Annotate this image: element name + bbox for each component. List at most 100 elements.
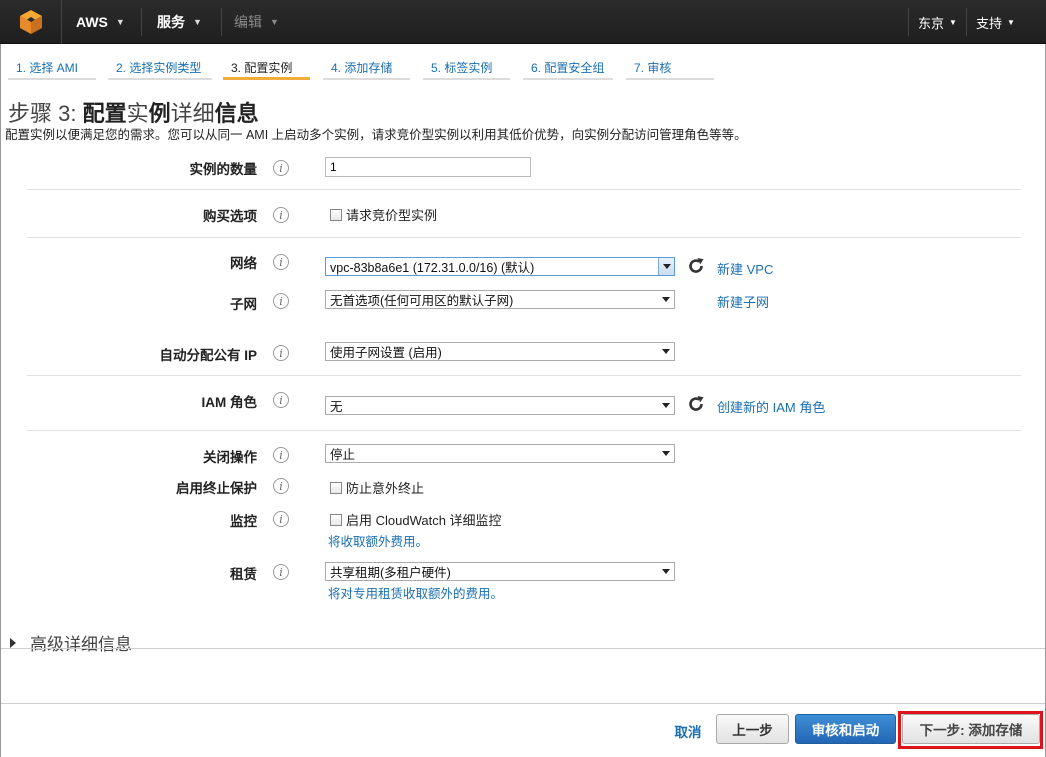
highlight-box: [898, 711, 1043, 749]
subnet-label: 子网: [230, 297, 257, 312]
page-description: 配置实例以便满足您的需求。您可以从同一 AMI 上启动多个实例，请求竞价型实例以…: [5, 128, 747, 142]
subnet-select[interactable]: 无首选项(任何可用区的默认子网): [325, 290, 675, 309]
network-label: 网络: [230, 256, 257, 271]
section-divider: [27, 189, 1021, 190]
section-divider: [27, 375, 1021, 376]
title-part: 例: [148, 101, 171, 126]
detailed-monitoring-checkbox[interactable]: [330, 513, 342, 526]
network-select[interactable]: vpc-83b8a6e1 (172.31.0.0/16) (默认): [325, 257, 675, 276]
edit-menu[interactable]: 编辑 ▼: [234, 0, 279, 44]
info-icon[interactable]: i: [273, 511, 289, 527]
iam-role-label: IAM 角色: [201, 395, 258, 410]
tenancy-select-value: 共享租期(多租户硬件): [330, 566, 451, 580]
advanced-details-label: 高级详细信息: [30, 635, 132, 654]
iam-role-select-value: 无: [330, 400, 343, 414]
subnet-select-value: 无首选项(任何可用区的默认子网): [330, 294, 514, 308]
purchase-option-label: 购买选项: [203, 209, 257, 224]
monitoring-charge-note: 将收取额外费用。: [328, 535, 429, 549]
info-icon[interactable]: i: [273, 478, 289, 494]
advanced-details-toggle[interactable]: 高级详细信息: [10, 630, 132, 655]
info-icon[interactable]: i: [273, 293, 289, 309]
refresh-icon[interactable]: [686, 394, 706, 414]
title-part: 实: [126, 101, 149, 126]
instance-count-input[interactable]: [325, 157, 531, 177]
monitoring-label: 监控: [230, 514, 257, 529]
step-configure-security-group[interactable]: 6. 配置安全组: [523, 56, 613, 80]
title-part: 信息: [214, 101, 259, 126]
edit-menu-label: 编辑: [234, 14, 262, 30]
title-prefix: 步骤 3:: [8, 101, 83, 126]
termination-protection-checkbox[interactable]: [330, 481, 342, 494]
info-icon[interactable]: i: [273, 564, 289, 580]
termination-protection-option[interactable]: 防止意外终止: [330, 478, 424, 497]
step-add-storage[interactable]: 4. 添加存储: [323, 56, 410, 80]
chevron-down-icon: ▼: [115, 17, 125, 27]
iam-role-select[interactable]: 无: [325, 396, 675, 415]
public-ip-label: 自动分配公有 IP: [159, 348, 257, 363]
section-divider: [27, 430, 1021, 431]
chevron-down-icon: ▼: [270, 17, 279, 27]
title-part: 配置: [82, 101, 127, 126]
step-choose-ami[interactable]: 1. 选择 AMI: [8, 56, 96, 80]
info-icon[interactable]: i: [273, 447, 289, 463]
nav-divider: [221, 8, 222, 36]
public-ip-select[interactable]: 使用子网设置 (启用): [325, 342, 675, 361]
support-menu[interactable]: 支持 ▼: [976, 9, 1015, 35]
termination-protection-checkbox-label: 防止意外终止: [346, 481, 425, 496]
nav-divider: [966, 8, 967, 36]
dropdown-arrow-icon: [662, 349, 670, 354]
aws-cube-icon: [19, 10, 42, 34]
aws-logo[interactable]: [0, 0, 62, 44]
network-select-value: vpc-83b8a6e1 (172.31.0.0/16) (默认): [330, 261, 535, 275]
dropdown-arrow-icon: [658, 258, 674, 275]
step-configure-instance[interactable]: 3. 配置实例: [223, 56, 310, 80]
spot-instance-checkbox[interactable]: [330, 208, 342, 221]
shutdown-behavior-label: 关闭操作: [203, 450, 257, 465]
info-icon[interactable]: i: [273, 392, 289, 408]
region-menu[interactable]: 东京 ▼: [918, 9, 957, 35]
detailed-monitoring-option[interactable]: 启用 CloudWatch 详细监控: [330, 510, 502, 529]
spot-instance-checkbox-label: 请求竞价型实例: [346, 208, 438, 223]
content-divider: [1, 648, 1045, 649]
detailed-monitoring-checkbox-label: 启用 CloudWatch 详细监控: [346, 513, 502, 528]
create-subnet-link[interactable]: 新建子网: [717, 292, 769, 311]
dropdown-arrow-icon: [662, 451, 670, 456]
previous-button[interactable]: 上一步: [716, 714, 789, 744]
chevron-down-icon: ▼: [193, 17, 202, 27]
services-menu-label: 服务: [157, 14, 185, 30]
step-tag-instance[interactable]: 5. 标签实例: [423, 56, 510, 80]
nav-divider: [141, 8, 142, 36]
instance-count-label: 实例的数量: [189, 162, 258, 177]
info-icon[interactable]: i: [273, 345, 289, 361]
tenancy-select[interactable]: 共享租期(多租户硬件): [325, 562, 675, 581]
termination-protection-label: 启用终止保护: [176, 481, 257, 496]
aws-menu-label: AWS: [76, 14, 108, 30]
info-icon[interactable]: i: [273, 254, 289, 270]
public-ip-select-value: 使用子网设置 (启用): [330, 346, 442, 360]
dropdown-arrow-icon: [662, 403, 670, 408]
shutdown-behavior-select-value: 停止: [330, 448, 356, 462]
aws-menu[interactable]: AWS ▼: [76, 0, 125, 44]
cancel-button[interactable]: 取消: [672, 716, 704, 746]
tenancy-label: 租赁: [230, 567, 257, 582]
top-navigation-bar: AWS ▼ 服务 ▼ 编辑 ▼ 东京 ▼ 支持 ▼: [0, 0, 1046, 44]
dropdown-arrow-icon: [662, 569, 670, 574]
step-choose-instance-type[interactable]: 2. 选择实例类型: [108, 56, 212, 80]
create-vpc-link[interactable]: 新建 VPC: [717, 259, 773, 278]
chevron-down-icon: ▼: [1007, 17, 1015, 27]
refresh-icon[interactable]: [686, 256, 706, 276]
step-review[interactable]: 7. 审核: [626, 56, 714, 80]
services-menu[interactable]: 服务 ▼: [157, 0, 202, 44]
review-and-launch-button[interactable]: 审核和启动: [795, 714, 896, 744]
dropdown-arrow-icon: [662, 297, 670, 302]
info-icon[interactable]: i: [273, 207, 289, 223]
info-icon[interactable]: i: [273, 160, 289, 176]
tenancy-charge-note: 将对专用租赁收取额外的费用。: [328, 587, 504, 601]
spot-instance-option[interactable]: 请求竞价型实例: [330, 205, 437, 224]
chevron-down-icon: ▼: [949, 17, 957, 27]
section-divider: [27, 237, 1021, 238]
shutdown-behavior-select[interactable]: 停止: [325, 444, 675, 463]
region-label: 东京: [918, 15, 945, 31]
create-iam-role-link[interactable]: 创建新的 IAM 角色: [717, 397, 825, 416]
